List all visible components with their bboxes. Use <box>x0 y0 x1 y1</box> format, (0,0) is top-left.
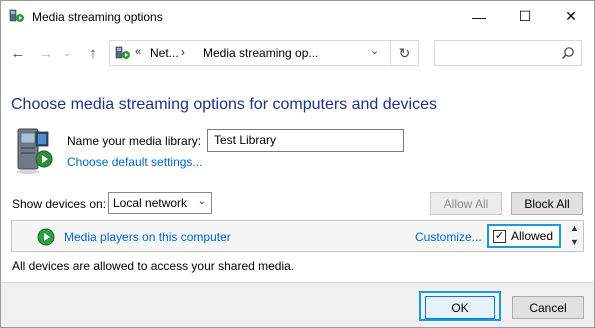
minimize-button[interactable]: — <box>456 1 502 32</box>
allowed-dropdown[interactable]: ✓ Allowed <box>487 224 561 248</box>
block-all-button[interactable]: Block All <box>511 192 583 215</box>
forward-button[interactable]: → <box>37 44 55 62</box>
media-library-icon <box>16 128 53 174</box>
media-player-icon <box>37 228 55 246</box>
recent-locations-button[interactable]: ⌄ <box>61 44 73 62</box>
refresh-button[interactable]: ↻ <box>391 40 419 66</box>
search-input[interactable] <box>434 40 582 66</box>
allow-all-button[interactable]: Allow All <box>430 192 502 215</box>
navigation-bar: ← → ⌄ ↑ « Net... › Media streaming op...… <box>1 32 594 74</box>
window-title: Media streaming options <box>32 10 163 24</box>
title-bar: Media streaming options — ☐ ✕ <box>1 1 594 32</box>
address-bar[interactable]: « Net... › Media streaming op... ⌄ <box>109 40 391 66</box>
library-name-label: Name your media library: <box>67 134 202 148</box>
allowed-label: Allowed <box>511 229 554 243</box>
breadcrumb-separator-icon[interactable]: › <box>181 45 185 59</box>
show-devices-label: Show devices on: <box>12 197 107 211</box>
breadcrumb-network[interactable]: Net... <box>150 46 179 60</box>
device-name-label[interactable]: Media players on this computer <box>64 230 231 244</box>
maximize-button[interactable]: ☐ <box>502 1 548 32</box>
search-icon <box>562 47 574 59</box>
dialog-footer: OK Cancel <box>1 282 594 327</box>
choose-default-settings-link[interactable]: Choose default settings... <box>67 155 202 169</box>
media-streaming-window: Media streaming options — ☐ ✕ ← → ⌄ ↑ « … <box>0 0 595 328</box>
cancel-button[interactable]: Cancel <box>512 296 584 319</box>
overflow-chevron-icon[interactable]: « <box>135 46 141 58</box>
main-content: Choose media streaming options for compu… <box>1 74 594 282</box>
breadcrumb-media-streaming[interactable]: Media streaming op... <box>203 46 318 60</box>
up-button[interactable]: ↑ <box>84 44 102 62</box>
media-streaming-icon <box>115 46 130 59</box>
chevron-up-icon[interactable]: ▲ <box>570 223 579 233</box>
library-name-field[interactable]: Test Library <box>207 129 404 152</box>
show-devices-value: Local network <box>113 196 188 210</box>
allowed-checkbox[interactable]: ✓ <box>493 229 506 243</box>
status-message: All devices are allowed to access your s… <box>12 259 295 273</box>
chevron-down-icon[interactable]: ▼ <box>570 237 579 247</box>
close-button[interactable]: ✕ <box>548 1 594 32</box>
page-title: Choose media streaming options for compu… <box>11 96 437 113</box>
device-scroll-control[interactable]: ▲ ▼ <box>568 222 582 250</box>
customize-link[interactable]: Customize... <box>415 230 482 244</box>
ok-button[interactable]: OK <box>425 296 495 319</box>
address-dropdown-icon[interactable]: ⌄ <box>370 44 379 57</box>
back-button[interactable]: ← <box>9 44 27 62</box>
media-streaming-icon <box>9 9 24 22</box>
device-list: Media players on this computer Customize… <box>11 220 584 252</box>
show-devices-select[interactable]: Local network ⌄ <box>108 192 212 214</box>
chevron-down-icon: ⌄ <box>197 196 206 207</box>
